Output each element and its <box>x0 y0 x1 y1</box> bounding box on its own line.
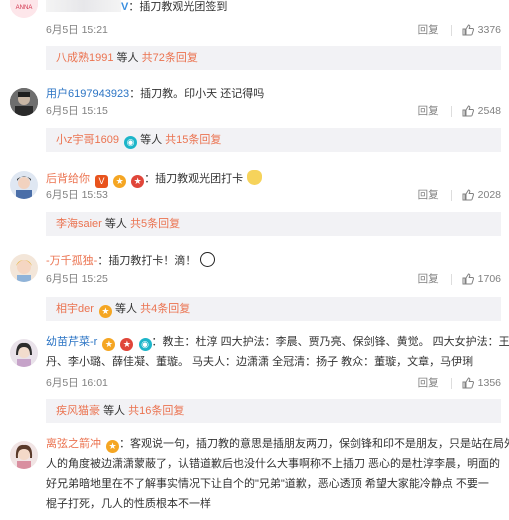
avatar[interactable] <box>10 339 38 367</box>
comment-text-line4: 棍子打死，几人的性质根本不一样 <box>46 498 211 510</box>
reply-summary[interactable]: 疾风猫豪 等人 共16条回复 <box>46 399 501 423</box>
reply-middle: 等人 <box>103 405 126 417</box>
vip-badge-icon: V <box>95 175 109 188</box>
reply-middle: 等人 <box>140 134 163 146</box>
avatar[interactable] <box>10 254 38 282</box>
reply-count[interactable]: 共72条回复 <box>142 52 198 64</box>
reply-count[interactable]: 共15条回复 <box>165 134 221 146</box>
like-count: 3376 <box>477 24 501 36</box>
comment-time: 6月5日 15:53 <box>46 189 108 201</box>
reply-summary[interactable]: 相宇der ★ 等人 共4条回复 <box>46 297 501 321</box>
comment-text-line1: ：客观说一句，插刀教的意思是插朋友两刀，保剑锋和印不是朋友，只是站在局外 <box>119 438 509 450</box>
fans-badge-icon: ★ <box>106 440 120 453</box>
like-icon[interactable] <box>462 189 474 201</box>
comment-time: 6月5日 15:25 <box>46 273 108 285</box>
avatar[interactable] <box>10 441 38 469</box>
camera-badge-icon: ◉ <box>138 338 152 351</box>
comment-text: ：插刀教。印小天 还记得吗 <box>129 88 265 100</box>
username[interactable]: 离弦之箭冲 <box>46 438 101 450</box>
reply-user[interactable]: 相宇der <box>56 303 94 315</box>
reply-button[interactable]: 回复 <box>418 272 439 286</box>
username[interactable]: 后背给你 <box>46 173 90 185</box>
divider <box>450 105 452 117</box>
divider <box>450 273 452 285</box>
comment-text-line2: 丹、李小璐、薛佳凝、董璇。 马夫人：边潇潇 全冠清：扬子 教众：董璇，文章，马伊… <box>46 356 474 368</box>
comment-time: 6月5日 16:01 <box>46 377 108 389</box>
reply-summary[interactable]: 小z宇哥1609 ◉ 等人 共15条回复 <box>46 128 501 152</box>
username[interactable]: 幼苗芹菜-r <box>46 336 97 348</box>
reply-count[interactable]: 共16条回复 <box>128 405 184 417</box>
comment-time: 6月5日 15:15 <box>46 105 108 117</box>
reply-middle: 等人 <box>116 52 139 64</box>
reply-count[interactable]: 共4条回复 <box>140 303 190 315</box>
fans-badge-icon: ★ <box>102 338 116 351</box>
like-icon[interactable] <box>462 24 474 36</box>
like-icon[interactable] <box>462 273 474 285</box>
comment-text: ：插刀教观光团签到 <box>128 1 228 13</box>
comment-text-line2: 人的角度被边潇潇蒙蔽了，认错道歉后也没什么大事啊称不上插刀 恶心的是杜淳李晨，明… <box>46 458 501 470</box>
like-icon[interactable] <box>462 105 474 117</box>
panda-emoji-icon <box>200 252 216 267</box>
reply-button[interactable]: 回复 <box>418 188 439 202</box>
reply-middle: 等人 <box>104 218 127 230</box>
username-blurred[interactable] <box>46 0 121 12</box>
cat-emoji-icon <box>247 170 263 185</box>
reply-user[interactable]: 疾风猫豪 <box>56 405 100 417</box>
reply-summary[interactable]: 八成熟1991 等人 共72条回复 <box>46 46 501 70</box>
fans-badge-icon: ★ <box>113 175 127 188</box>
reply-summary[interactable]: 李海saier 等人 共5条回复 <box>46 212 501 236</box>
avatar[interactable]: ANNA <box>10 0 38 18</box>
avatar[interactable] <box>10 171 38 199</box>
level-badge-icon: ★ <box>131 175 145 188</box>
like-count: 1706 <box>477 273 501 285</box>
reply-middle: 等人 <box>115 303 138 315</box>
reply-count[interactable]: 共5条回复 <box>130 218 180 230</box>
reply-user[interactable]: 八成熟1991 <box>56 52 113 64</box>
camera-badge-icon: ◉ <box>124 136 138 149</box>
fans-badge-icon: ★ <box>98 305 112 318</box>
reply-user[interactable]: 李海saier <box>56 218 102 230</box>
reply-button[interactable]: 回复 <box>418 104 439 118</box>
reply-button[interactable]: 回复 <box>418 376 439 390</box>
avatar[interactable] <box>10 88 38 116</box>
divider <box>450 24 452 36</box>
comment-text-line3: 好兄弟暗地里在不了解事实情况下让自个的"兄弟"道歉，恶心透顶 希望大家能冷静点 … <box>46 478 489 490</box>
like-icon[interactable] <box>462 377 474 389</box>
comment-time: 6月5日 15:21 <box>46 24 108 36</box>
username[interactable]: -万千孤独- <box>46 255 97 267</box>
divider <box>450 189 452 201</box>
svg-text:ANNA: ANNA <box>16 5 33 11</box>
reply-user[interactable]: 小z宇哥1609 <box>56 134 119 146</box>
like-count: 2548 <box>477 105 501 117</box>
comment-text: ：插刀教观光团打卡 <box>144 173 244 185</box>
username[interactable]: 用户6197943923 <box>46 88 129 100</box>
comment-text: ：插刀教打卡！滴！ <box>97 255 197 267</box>
like-count: 2028 <box>477 189 501 201</box>
comment-text-line1: ：教主：杜淳 四大护法：李晨、贾乃亮、保剑锋、黄觉。 四大女护法：王珞 <box>151 336 509 348</box>
reply-button[interactable]: 回复 <box>418 23 439 37</box>
divider <box>450 377 452 389</box>
like-count: 1356 <box>477 377 501 389</box>
level-badge-icon: ★ <box>120 338 134 351</box>
